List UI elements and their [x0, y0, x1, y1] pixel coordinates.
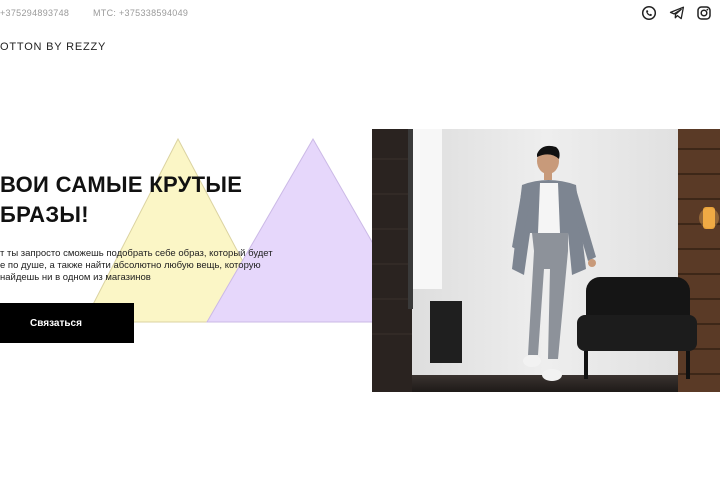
hero-title-line-2: БРАЗЫ!: [0, 202, 89, 227]
hero-description-line-3: найдешь ни в одном из магазинов: [0, 272, 151, 283]
contact-button[interactable]: Связаться: [0, 303, 134, 343]
hero-description-line-2: е по душе, а также найти абсолютно любую…: [0, 260, 261, 271]
hero-title: ВОИ САМЫЕ КРУТЫЕ БРАЗЫ!: [0, 170, 242, 230]
hero-title-line-1: ВОИ САМЫЕ КРУТЫЕ: [0, 172, 243, 197]
hero-photo: [372, 129, 720, 392]
hero-description: т ты запросто сможешь подобрать себе обр…: [0, 248, 330, 284]
hero-description-line-1: т ты запросто сможешь подобрать себе обр…: [0, 248, 273, 259]
